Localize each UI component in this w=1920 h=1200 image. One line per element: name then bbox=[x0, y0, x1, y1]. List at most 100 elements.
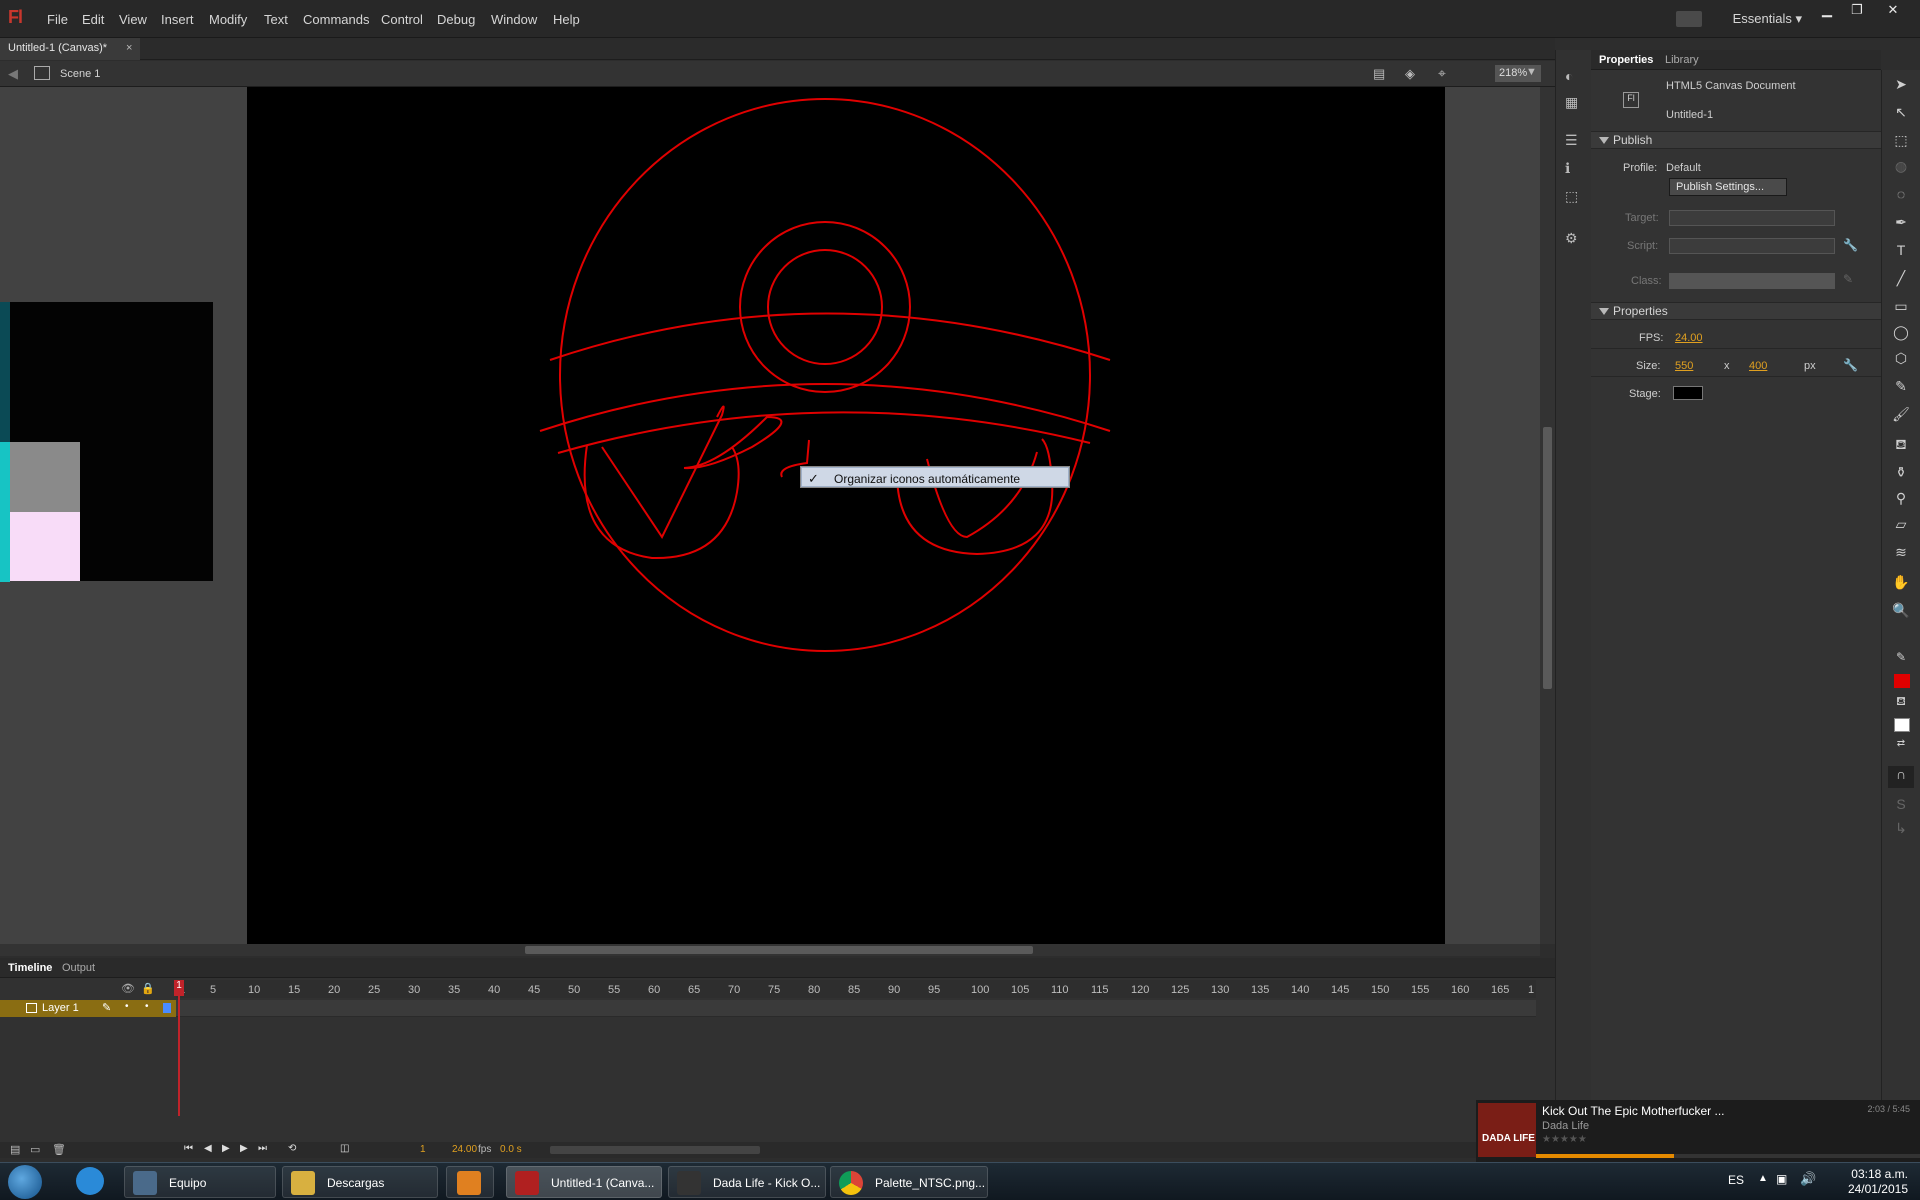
paint-bucket-tool-icon[interactable]: ⛾ bbox=[1888, 436, 1914, 458]
play-icon[interactable]: ▶ bbox=[222, 1143, 230, 1154]
swatches-icon[interactable]: ▦ bbox=[1565, 94, 1578, 111]
swap-colors-icon[interactable]: ⇄ bbox=[1888, 738, 1914, 760]
eye-icon[interactable]: 👁 bbox=[121, 982, 135, 995]
taskbar-item-music[interactable]: Dada Life - Kick O... bbox=[668, 1166, 826, 1198]
eraser-tool-icon[interactable]: ▱ bbox=[1888, 516, 1914, 538]
stage-canvas[interactable] bbox=[247, 87, 1445, 944]
taskbar-item-flash[interactable]: Untitled-1 (Canva... bbox=[506, 1166, 662, 1198]
subselection-tool-icon[interactable]: ↖ bbox=[1888, 104, 1914, 126]
volume-icon[interactable]: 🔊 bbox=[1800, 1171, 1816, 1187]
tab-timeline[interactable]: Timeline bbox=[8, 962, 52, 974]
last-frame-icon[interactable]: ⏭ bbox=[258, 1143, 267, 1154]
new-layer-icon[interactable]: ▤ bbox=[10, 1143, 20, 1156]
eyedropper-tool-icon[interactable]: ⚲ bbox=[1888, 490, 1914, 512]
start-button[interactable] bbox=[8, 1165, 42, 1199]
code-snippets-icon[interactable]: ⚙ bbox=[1565, 230, 1578, 247]
menu-view[interactable]: View bbox=[119, 12, 147, 27]
timeline-hscroll[interactable] bbox=[550, 1146, 760, 1154]
close-window-button[interactable]: ✕ bbox=[1880, 2, 1906, 20]
edit-symbol-icon[interactable]: ◈ bbox=[1405, 66, 1415, 82]
straighten-icon[interactable]: ↳ bbox=[1888, 820, 1914, 842]
taskbar-item-media-player[interactable] bbox=[446, 1166, 494, 1198]
language-indicator[interactable]: ES bbox=[1728, 1173, 1744, 1187]
close-tab-icon[interactable]: × bbox=[126, 42, 132, 54]
menu-debug[interactable]: Debug bbox=[437, 12, 475, 27]
selection-tool-icon[interactable]: ➤ bbox=[1888, 76, 1914, 98]
sync-settings-icon[interactable] bbox=[1676, 11, 1702, 27]
visibility-dot-icon[interactable]: • bbox=[125, 1001, 129, 1012]
horizontal-scrollbar[interactable] bbox=[0, 944, 1540, 956]
layer-row[interactable]: Layer 1 ✎ • • bbox=[0, 1000, 176, 1017]
wrench-icon[interactable]: 🔧 bbox=[1843, 358, 1858, 372]
snap-to-objects-icon[interactable]: ∩ bbox=[1888, 766, 1914, 788]
section-publish[interactable]: Publish bbox=[1591, 131, 1881, 149]
color-panel-icon[interactable]: ◐ bbox=[1565, 68, 1573, 84]
first-frame-icon[interactable]: ⏮ bbox=[184, 1143, 193, 1154]
rectangle-tool-icon[interactable]: ▭ bbox=[1888, 298, 1914, 320]
menu-text[interactable]: Text bbox=[264, 12, 288, 27]
ink-bottle-tool-icon[interactable]: ⚱ bbox=[1888, 464, 1914, 486]
menu-control[interactable]: Control bbox=[381, 12, 423, 27]
playhead[interactable]: 1 bbox=[174, 980, 184, 996]
outline-color-icon[interactable] bbox=[163, 1003, 171, 1013]
taskbar-item-descargas[interactable]: Descargas bbox=[282, 1166, 438, 1198]
edit-scene-icon[interactable]: ▤ bbox=[1373, 66, 1385, 82]
workspace-switcher[interactable]: Essentials ▾ bbox=[1733, 11, 1802, 27]
hand-tool-icon[interactable]: ✋ bbox=[1888, 574, 1914, 596]
new-folder-icon[interactable]: ▭ bbox=[30, 1143, 40, 1156]
width-tool-icon[interactable]: ≋ bbox=[1888, 544, 1914, 566]
song-progress-bar[interactable] bbox=[1536, 1154, 1920, 1158]
onion-skin-icon[interactable]: ◫ bbox=[340, 1143, 349, 1154]
menu-window[interactable]: Window bbox=[491, 12, 537, 27]
frames-row[interactable] bbox=[176, 1000, 1536, 1017]
brush-tool-icon[interactable]: 🖌 bbox=[1888, 406, 1914, 428]
center-stage-icon[interactable]: ⌖ bbox=[1438, 65, 1446, 82]
frame-ruler[interactable]: 1 5 10 15 20 25 30 35 40 45 50 55 60 65 … bbox=[176, 980, 1536, 998]
document-tab[interactable]: Untitled-1 (Canvas)* bbox=[0, 38, 140, 60]
back-arrow-icon[interactable]: ◀ bbox=[8, 66, 18, 82]
rating-stars-icon[interactable]: ★★★★★ bbox=[1542, 1134, 1587, 1145]
menu-edit[interactable]: Edit bbox=[82, 12, 104, 27]
horizontal-scroll-thumb[interactable] bbox=[525, 946, 1033, 954]
info-icon[interactable]: ℹ bbox=[1565, 160, 1570, 177]
text-tool-icon[interactable]: T bbox=[1888, 242, 1914, 264]
fill-color-swatch[interactable] bbox=[1894, 718, 1910, 732]
menu-help[interactable]: Help bbox=[553, 12, 580, 27]
system-clock[interactable]: 03:18 a.m. 24/01/2015 bbox=[1848, 1167, 1908, 1197]
vertical-scrollbar[interactable] bbox=[1540, 87, 1555, 944]
line-tool-icon[interactable]: ╱ bbox=[1888, 270, 1914, 292]
smooth-icon[interactable]: S bbox=[1888, 796, 1914, 818]
zoom-dropdown-icon[interactable]: ▼ bbox=[1526, 66, 1537, 78]
menu-file[interactable]: File bbox=[47, 12, 68, 27]
current-frame-value[interactable]: 1 bbox=[420, 1144, 426, 1155]
align-icon[interactable]: ☰ bbox=[1565, 132, 1578, 149]
menu-insert[interactable]: Insert bbox=[161, 12, 194, 27]
oval-tool-icon[interactable]: ◯ bbox=[1888, 324, 1914, 346]
polystar-tool-icon[interactable]: ⬡ bbox=[1888, 350, 1914, 372]
stage-color-swatch[interactable] bbox=[1673, 386, 1703, 400]
pencil-tool-icon[interactable]: ✎ bbox=[1888, 378, 1914, 400]
fps-value[interactable]: 24.00 bbox=[452, 1144, 477, 1155]
taskbar-item-equipo[interactable]: Equipo bbox=[124, 1166, 276, 1198]
menu-modify[interactable]: Modify bbox=[209, 12, 247, 27]
internet-explorer-icon[interactable] bbox=[76, 1167, 104, 1195]
tab-library[interactable]: Library bbox=[1665, 54, 1699, 66]
fps-field[interactable]: 24.00 bbox=[1675, 332, 1703, 344]
prev-frame-icon[interactable]: ◀ bbox=[204, 1143, 212, 1154]
height-field[interactable]: 400 bbox=[1749, 360, 1767, 372]
restore-button[interactable]: ❐ bbox=[1844, 2, 1870, 20]
pen-tool-icon[interactable]: ✒ bbox=[1888, 214, 1914, 236]
network-icon[interactable]: ▣ bbox=[1776, 1172, 1787, 1186]
section-properties[interactable]: Properties bbox=[1591, 302, 1881, 320]
free-transform-tool-icon[interactable]: ⬚ bbox=[1888, 132, 1914, 154]
transform-icon[interactable]: ⬚ bbox=[1565, 188, 1578, 205]
context-menu-item[interactable]: ✓ Organizar iconos automáticamente bbox=[801, 467, 1069, 487]
menu-commands[interactable]: Commands bbox=[303, 12, 369, 27]
lock-icon[interactable]: 🔒 bbox=[141, 982, 155, 995]
publish-settings-button[interactable]: Publish Settings... bbox=[1669, 178, 1787, 196]
tray-arrow-icon[interactable]: ▲ bbox=[1758, 1173, 1768, 1184]
zoom-tool-icon[interactable]: 🔍 bbox=[1888, 602, 1914, 624]
vertical-scroll-thumb[interactable] bbox=[1543, 427, 1552, 689]
elapsed-time[interactable]: 0.0 s bbox=[500, 1144, 522, 1155]
stroke-color-swatch[interactable] bbox=[1894, 674, 1910, 688]
